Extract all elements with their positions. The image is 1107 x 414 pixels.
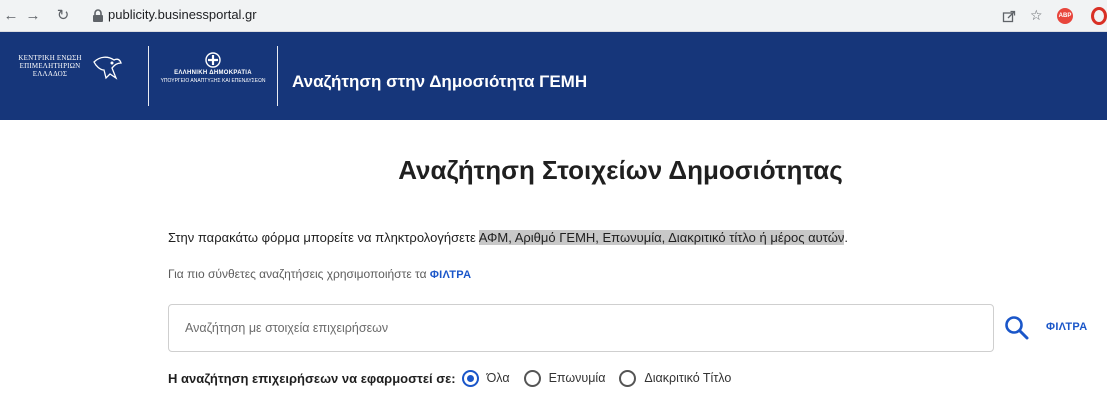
search-scope: Η αναζήτηση επιχειρήσεων να εφαρμοστεί σ… [168,369,745,387]
filters-button[interactable]: ΦΙΛΤΡΑ [1046,321,1088,333]
site-header: ΚΕΝΤΡΙΚΗ ΕΝΩΣΗ ΕΠΙΜΕΛΗΤΗΡΙΩΝ ΕΛΛΑΔΟΣ ΕΛΛ… [0,32,1107,120]
chambers-logo-text: ΚΕΝΤΡΙΚΗ ΕΝΩΣΗ ΕΠΙΜΕΛΗΤΗΡΙΩΝ ΕΛΛΑΔΟΣ [18,54,82,78]
ministry-logo-line2: ΥΠΟΥΡΓΕΙΟ ΑΝΑΠΤΥΞΗΣ ΚΑΙ ΕΠΕΝΔΥΣΕΩΝ [160,78,266,84]
share-icon[interactable] [1002,9,1016,23]
intro-text: Στην παρακάτω φόρμα μπορείτε να πληκτρολ… [168,230,848,245]
scope-option-all[interactable]: Όλα [461,369,510,387]
intro-text-start: Στην παρακάτω φόρμα μπορείτε να πληκτρολ… [168,230,479,245]
intro-text-end: . [844,230,848,245]
header-divider [277,46,278,106]
forward-icon[interactable]: → [24,6,42,26]
extension-icon[interactable] [1091,7,1107,25]
radio-selected-icon[interactable] [461,369,479,387]
ministry-logo[interactable]: ΕΛΛΗΝΙΚΗ ΔΗΜΟΚΡΑΤΙΑ ΥΠΟΥΡΓΕΙΟ ΑΝΑΠΤΥΞΗΣ … [160,52,266,102]
scope-option-label: Διακριτικό Τίτλο [644,371,732,385]
adblock-icon[interactable]: ABP [1057,8,1073,24]
browser-toolbar: ← → ↻ publicity.businessportal.gr ☆ ABP [0,0,1107,32]
scope-option-label: Όλα [486,371,510,385]
star-icon[interactable]: ☆ [1030,7,1043,24]
radio-unselected-icon[interactable] [619,369,637,387]
url-text[interactable]: publicity.businessportal.gr [108,7,257,22]
filters-hint: Για πιο σύνθετες αναζητήσεις χρησιμοποιή… [168,267,471,281]
chambers-logo[interactable]: ΚΕΝΤΡΙΚΗ ΕΝΩΣΗ ΕΠΙΜΕΛΗΤΗΡΙΩΝ ΕΛΛΑΔΟΣ [10,54,130,94]
header-title[interactable]: Αναζήτηση στην Δημοσιότητα ΓΕΜΗ [292,72,587,92]
intro-highlight: ΑΦΜ, Αριθμό ΓΕΜΗ, Επωνυμία, Διακριτικό τ… [478,230,845,245]
scope-option-title[interactable]: Διακριτικό Τίτλο [619,369,732,387]
page-title: Αναζήτηση Στοιχείων Δημοσιότητας [398,155,843,185]
header-divider [148,46,149,106]
reload-icon[interactable]: ↻ [54,6,72,26]
hermes-emblem-icon [93,56,122,80]
radio-unselected-icon[interactable] [523,369,541,387]
scope-option-label: Επωνυμία [548,371,606,385]
back-icon[interactable]: ← [2,6,20,26]
search-scope-label: Η αναζήτηση επιχειρήσεων να εφαρμοστεί σ… [168,370,456,386]
scope-option-name[interactable]: Επωνυμία [523,369,606,387]
search-icon[interactable] [1003,314,1031,342]
ministry-logo-line1: ΕΛΛΗΝΙΚΗ ΔΗΜΟΚΡΑΤΙΑ [174,70,252,76]
filters-hint-text: Για πιο σύνθετες αναζητήσεις χρησιμοποιή… [168,267,430,281]
greek-emblem-icon [205,52,221,68]
lock-icon[interactable] [92,9,104,23]
filters-link[interactable]: ΦΙΛΤΡΑ [430,269,472,281]
search-input[interactable] [168,304,994,352]
